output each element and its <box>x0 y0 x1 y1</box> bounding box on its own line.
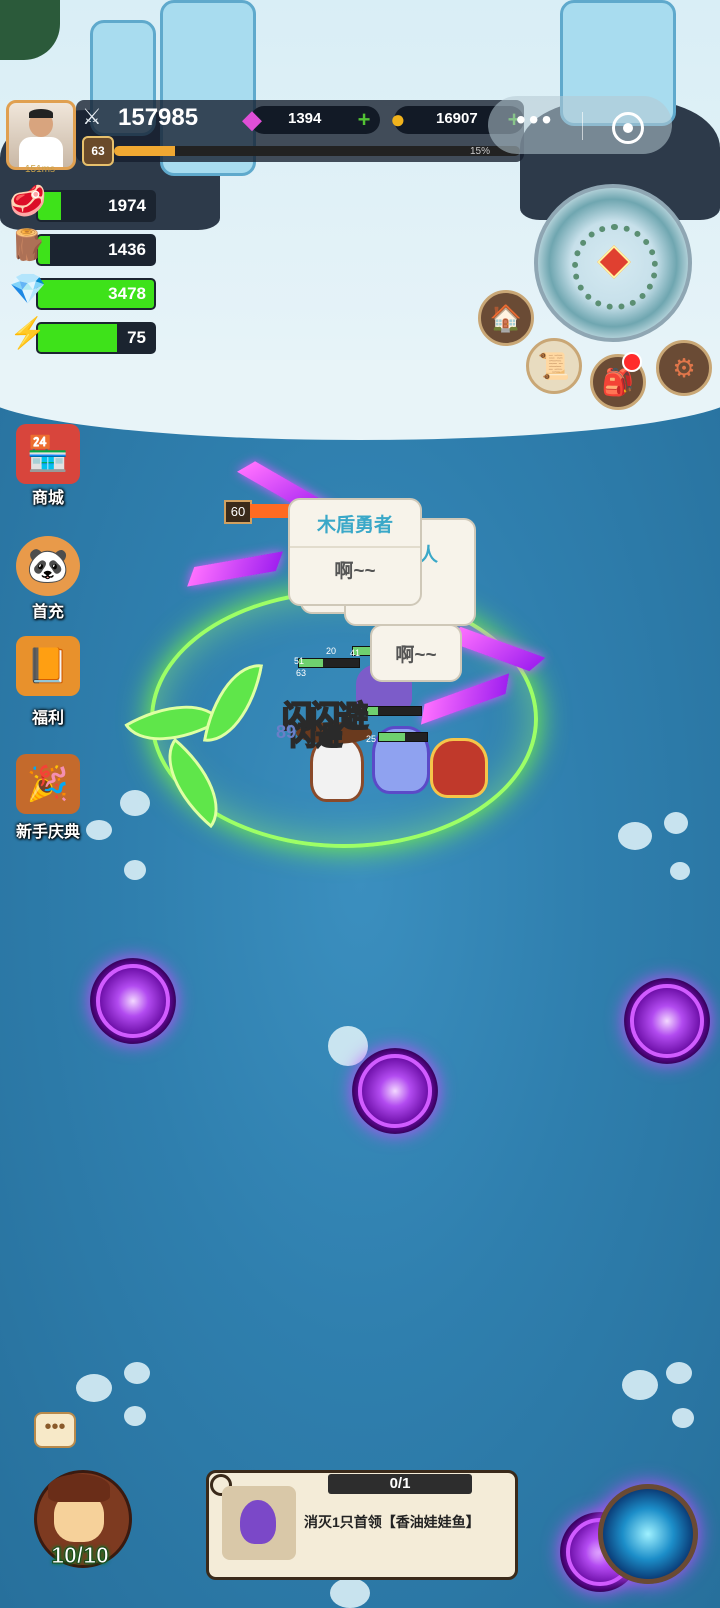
resource-wood-bar: 1436 <box>36 234 156 266</box>
hero-fire-warrior[interactable] <box>430 738 488 798</box>
speaker-name: 木盾勇者 <box>316 515 393 536</box>
avatar-hair <box>29 109 53 118</box>
first-recharge-icon[interactable]: 🐼 <box>16 536 80 596</box>
hero-count: 10/10 <box>51 1542 110 1569</box>
menu-label-newbie-festival[interactable]: 新手庆典 <box>0 818 96 842</box>
resource-energy-bar: 75 <box>36 322 156 354</box>
chat-bubble-icon[interactable]: ••• <box>34 1412 76 1448</box>
ice-floe <box>664 812 688 834</box>
resource-fill <box>38 324 117 352</box>
avatar-body <box>19 137 63 167</box>
ice-floe <box>622 1370 658 1400</box>
hero-hair <box>48 1474 110 1502</box>
crystal-icon: 💎 <box>9 273 47 306</box>
settings-gear-icon[interactable]: ⚙ <box>656 340 712 396</box>
player-avatar[interactable] <box>6 100 76 170</box>
ice-floe <box>124 860 146 880</box>
resource-meat-value: 1974 <box>108 196 146 215</box>
speech-text: 啊~~ <box>334 561 376 582</box>
player-level-badge: 63 <box>82 136 114 166</box>
xp-percent: 15% <box>470 146 491 157</box>
hp-number: 63 <box>296 668 307 678</box>
hero-hp-bar <box>378 732 428 742</box>
speech-bubble: 木盾勇者 啊~~ <box>288 498 422 606</box>
resource-crystal-bar: 3478 <box>36 278 156 310</box>
ice-floe <box>666 1362 692 1384</box>
more-options-icon[interactable]: ••• <box>516 104 554 136</box>
ice-floe <box>76 1374 112 1402</box>
gem-icon: ◆ <box>242 104 262 134</box>
quest-scroll-button[interactable]: 📜 <box>526 338 582 394</box>
hp-number: 25 <box>366 734 377 744</box>
dark-portal[interactable] <box>90 958 176 1044</box>
hero-hp-bar <box>366 706 422 716</box>
welfare-book-icon[interactable]: 📙 <box>16 636 80 696</box>
dark-portal[interactable] <box>624 978 710 1064</box>
coin-icon: ● <box>390 104 406 134</box>
hp-number: 20 <box>326 646 337 656</box>
ice-floe <box>124 1406 146 1426</box>
shop-stall-icon[interactable]: 🏪 <box>16 424 80 484</box>
crossed-swords-icon: ⚔ <box>82 104 102 129</box>
menu-label-first-recharge[interactable]: 首充 <box>0 598 96 622</box>
ping-label: 151ms <box>24 164 55 175</box>
quest-progress: 0/1 <box>328 1474 472 1494</box>
hero-hp-bar <box>298 658 360 668</box>
bubble-divider <box>290 546 420 548</box>
add-gems-button[interactable]: + <box>350 106 378 134</box>
boss-monster-icon <box>240 1500 276 1544</box>
ice-floe <box>330 1578 370 1608</box>
xp-progress-bar <box>114 146 520 156</box>
close-miniapp-icon[interactable] <box>612 112 644 144</box>
damage-number: 89 <box>276 722 297 742</box>
coin-value: 16907 <box>436 110 478 127</box>
speech-text: 啊~~ <box>395 645 437 666</box>
ice-floe <box>670 862 690 880</box>
dark-portal[interactable] <box>352 1048 438 1134</box>
ice-floe <box>618 822 652 850</box>
quest-description: 消灭1只首领【香油娃娃鱼】 <box>304 1514 480 1530</box>
gem-value: 1394 <box>288 110 322 127</box>
speech-bubble: 啊~~ <box>370 624 462 682</box>
xp-progress-fill <box>114 146 175 156</box>
ice-floe <box>672 1408 694 1428</box>
capsule-divider <box>582 112 583 140</box>
resource-energy-value: 75 <box>127 328 146 347</box>
menu-label-welfare[interactable]: 福利 <box>0 704 96 728</box>
resource-wood-value: 1436 <box>108 240 146 259</box>
ice-floe <box>120 790 150 816</box>
energy-bolt-icon: ⚡ <box>9 317 47 350</box>
combat-power: 157985 <box>118 104 199 131</box>
dodge-floating-text: 闪避 <box>289 720 343 752</box>
home-heart-button[interactable]: 🏠 <box>478 290 534 346</box>
meat-icon: 🥩 <box>9 185 47 218</box>
resource-crystal-value: 3478 <box>108 284 146 303</box>
hp-number: 41 <box>350 648 361 658</box>
notification-dot <box>622 352 642 372</box>
wood-log-icon: 🪵 <box>9 229 47 262</box>
hp-number: 51 <box>294 656 305 666</box>
ice-floe <box>328 1026 368 1066</box>
menu-label-shop[interactable]: 商城 <box>0 484 96 508</box>
newbie-festival-icon[interactable]: 🎉 <box>16 754 80 814</box>
vortex-skill-button[interactable] <box>598 1484 698 1584</box>
enemy-level-badge: 60 <box>224 500 252 524</box>
ice-floe <box>124 1362 150 1384</box>
resource-meat-bar: 1974 <box>36 190 156 222</box>
